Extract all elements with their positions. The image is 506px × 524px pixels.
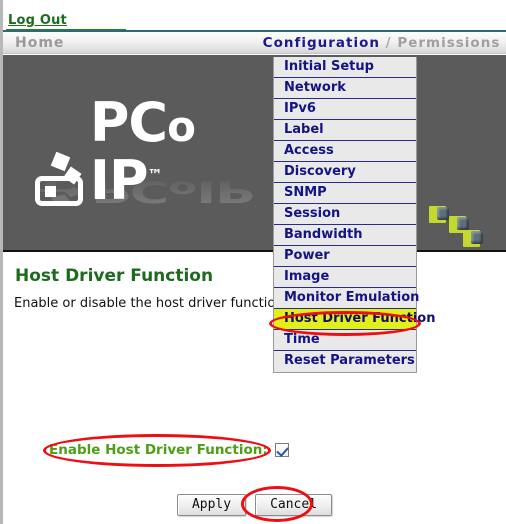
pcoip-wordmark: PCoIP™ [90, 96, 263, 208]
enable-host-driver-checkbox[interactable] [274, 443, 289, 457]
menu-item-host-driver-function[interactable]: Host Driver Function [274, 309, 435, 330]
pcoip-logo: PCoIP™ PCoIP [33, 96, 263, 245]
logo-text-o: o [167, 102, 196, 151]
cube-icon [429, 206, 449, 223]
logo-text-pc: PC [89, 91, 168, 154]
apply-button[interactable]: Apply [176, 494, 247, 516]
cancel-button[interactable]: Cancel [255, 494, 333, 516]
page-description: Enable or disable the host driver functi… [14, 296, 284, 311]
menu-item-access[interactable]: Access [274, 141, 416, 162]
nav-item-configuration[interactable]: Configuration [263, 35, 380, 51]
menu-item-snmp[interactable]: SNMP [274, 183, 416, 204]
menu-item-power[interactable]: Power [274, 246, 416, 267]
camera-icon [33, 151, 88, 208]
nav-item-home[interactable]: Home [15, 35, 64, 51]
pcoip-logo-main: PCoIP™ [33, 96, 263, 208]
enable-host-driver-row: Enable Host Driver Function: [49, 442, 289, 458]
menu-item-initial-setup[interactable]: Initial Setup [274, 57, 416, 78]
page-title: Host Driver Function [15, 266, 214, 286]
content-area: Host Driver Function Enable or disable t… [3, 254, 506, 524]
menu-item-time[interactable]: Time [274, 330, 416, 351]
menu-item-ipv6[interactable]: IPv6 [274, 99, 416, 120]
application-window: Log Out Home Configuration / Permissions… [0, 0, 506, 524]
menu-item-bandwidth[interactable]: Bandwidth [274, 225, 416, 246]
cube-icon [463, 230, 483, 247]
nav-separator-2: / [500, 35, 506, 51]
configuration-dropdown-menu: Initial Setup Network IPv6 Label Access Disco… [273, 57, 435, 373]
logo-text-ip: IP [89, 149, 149, 212]
menu-item-image[interactable]: Image [274, 267, 416, 288]
menu-item-monitor-emulation[interactable]: Monitor Emulation [274, 288, 419, 309]
brand-banner: PCoIP™ PCo IP [3, 55, 506, 252]
menu-item-network[interactable]: Network [274, 78, 416, 99]
logout-link[interactable]: Log Out [8, 13, 67, 28]
trademark-icon: ™ [147, 166, 163, 184]
enable-host-driver-label: Enable Host Driver Function: [49, 442, 268, 458]
menu-item-discovery[interactable]: Discovery [274, 162, 416, 183]
menu-item-session[interactable]: Session [274, 204, 416, 225]
nav-separator-1: / [379, 35, 398, 51]
menu-item-reset-parameters[interactable]: Reset Parameters [274, 351, 416, 372]
button-row: Apply Cancel [3, 494, 506, 516]
menu-item-label[interactable]: Label [274, 120, 416, 141]
nav-item-permissions[interactable]: Permissions [397, 35, 500, 51]
decorative-cubes [427, 201, 487, 249]
top-strip: Log Out [3, 0, 506, 31]
nav-menu-right: Configuration / Permissions / [263, 35, 506, 51]
navigation-bar: Home Configuration / Permissions / [3, 32, 506, 54]
